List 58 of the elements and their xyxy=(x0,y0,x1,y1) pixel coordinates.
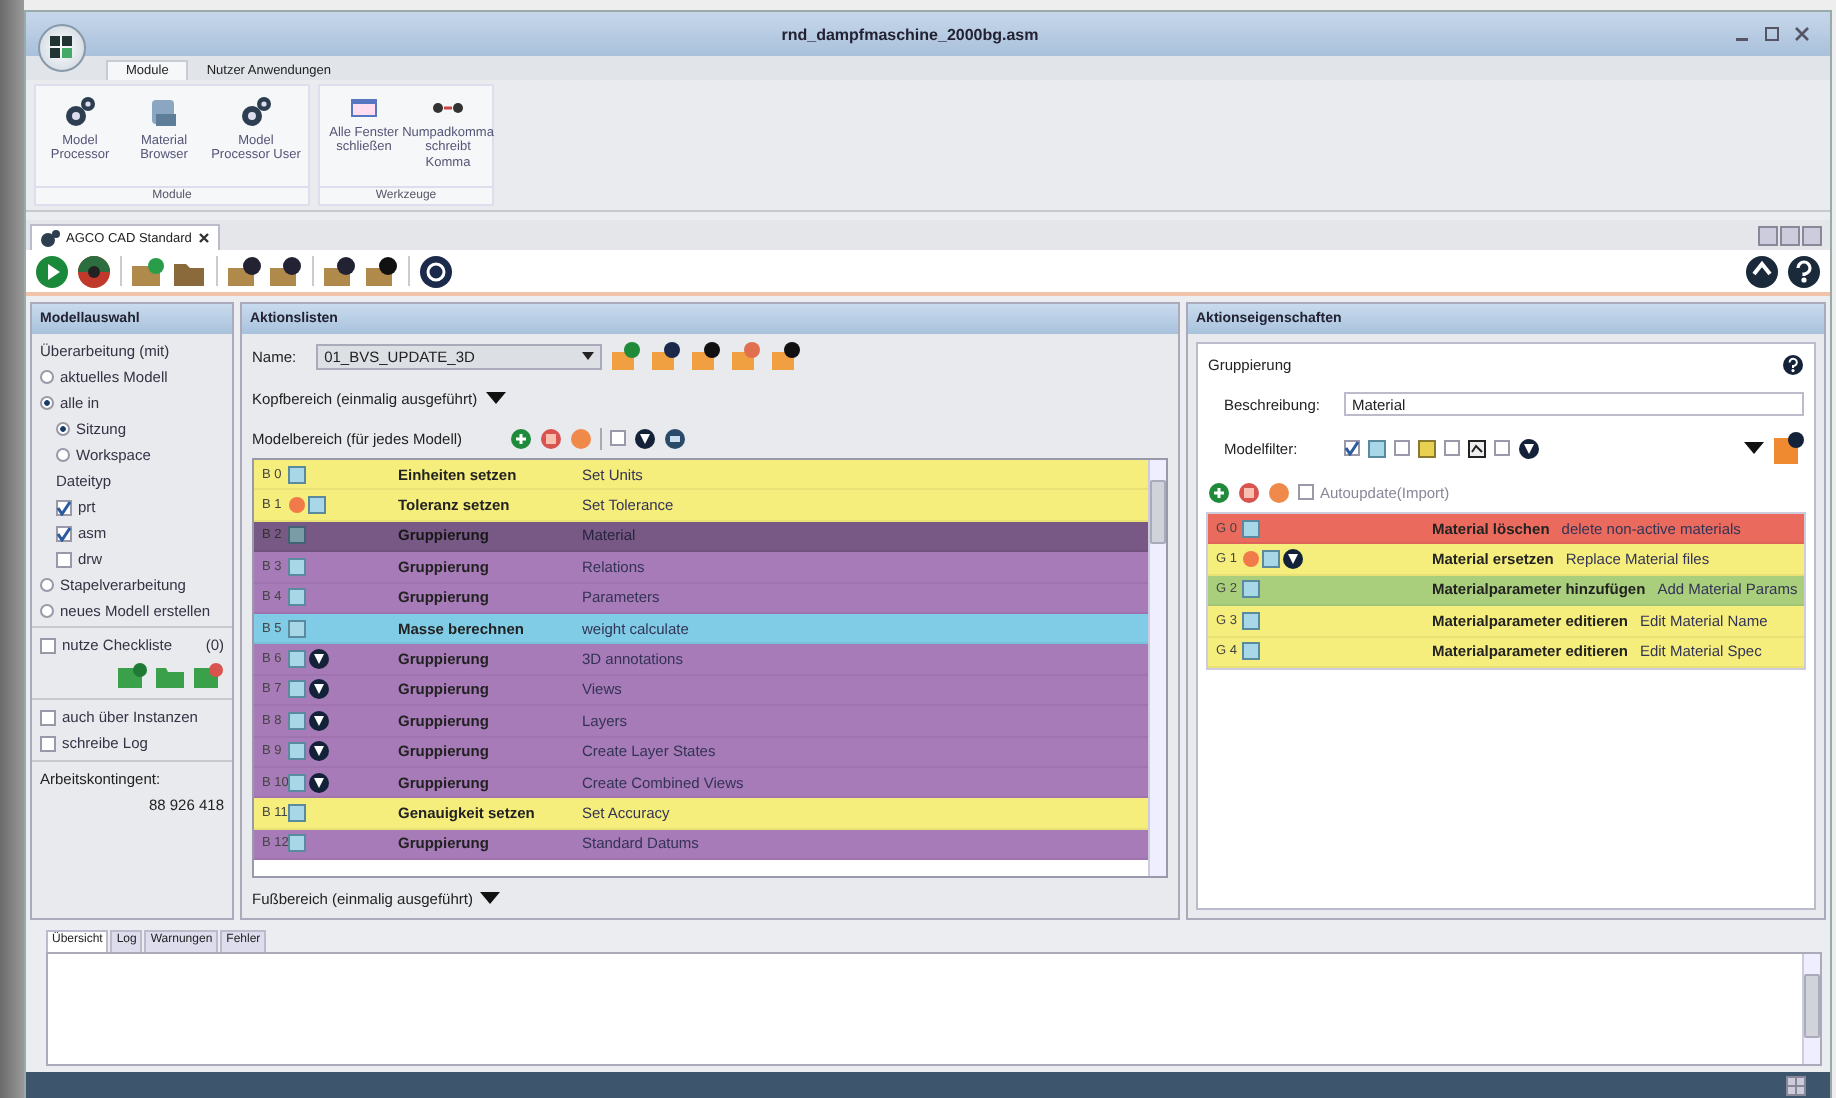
checkbox[interactable] xyxy=(56,551,72,567)
folder-search-icon[interactable] xyxy=(268,253,304,289)
checklist-add-icon[interactable] xyxy=(116,662,148,690)
folder-upload-icon[interactable] xyxy=(322,253,358,289)
folder-download-icon[interactable] xyxy=(226,253,262,289)
warning-icon[interactable] xyxy=(1268,481,1290,503)
dropdown-arrow-icon[interactable] xyxy=(1744,442,1764,454)
maximize-icon[interactable] xyxy=(1764,26,1780,42)
radio-button[interactable] xyxy=(40,396,54,410)
checkbox[interactable] xyxy=(40,709,56,725)
checkbox[interactable] xyxy=(56,499,72,515)
checkbox[interactable] xyxy=(1344,440,1360,456)
folder-icon[interactable] xyxy=(154,662,186,690)
folder-info-icon[interactable] xyxy=(364,253,400,289)
app-logo-icon xyxy=(46,32,78,64)
filter-icon xyxy=(1518,437,1540,459)
radio-button[interactable] xyxy=(56,448,70,462)
add-icon[interactable] xyxy=(1208,481,1230,503)
play-icon[interactable] xyxy=(34,253,70,289)
scrollbar[interactable] xyxy=(1148,460,1166,876)
window-title: rnd_dampfmaschine_2000bg.asm xyxy=(779,25,1041,43)
checkbox[interactable] xyxy=(1444,440,1460,456)
folder-add-icon[interactable] xyxy=(130,253,166,289)
checkbox[interactable] xyxy=(1494,440,1510,456)
cube-icon xyxy=(1368,439,1386,457)
window-icon xyxy=(348,96,380,120)
delete-icon[interactable] xyxy=(540,427,563,449)
back-icon[interactable] xyxy=(1744,253,1780,289)
dropdown-arrow-icon[interactable] xyxy=(485,392,506,404)
folder-info-icon[interactable] xyxy=(690,340,723,372)
drawing-icon xyxy=(1468,439,1486,457)
radio-button[interactable] xyxy=(40,370,54,384)
checkbox[interactable] xyxy=(40,637,56,653)
radio-button[interactable] xyxy=(56,422,70,436)
filter-icon[interactable] xyxy=(634,427,657,449)
checkbox[interactable] xyxy=(40,735,56,751)
list-icon[interactable] xyxy=(664,427,687,449)
checkbox[interactable] xyxy=(1394,440,1410,456)
radio-button[interactable] xyxy=(40,604,54,618)
sheet-icon xyxy=(1418,439,1436,457)
add-icon[interactable] xyxy=(510,427,533,449)
database-icon xyxy=(148,96,180,128)
caret-icon xyxy=(582,352,595,360)
delete-icon[interactable] xyxy=(1238,481,1260,503)
scrollbar[interactable] xyxy=(1802,954,1820,1064)
grid-icon xyxy=(1786,1076,1806,1096)
dropdown-arrow-icon[interactable] xyxy=(480,892,501,904)
target-icon[interactable] xyxy=(418,253,454,289)
close-icon[interactable] xyxy=(197,232,210,244)
checklist-delete-icon[interactable] xyxy=(192,662,224,690)
folder-info-icon[interactable] xyxy=(770,340,803,372)
folder-user-icon[interactable] xyxy=(650,340,683,372)
checkbox[interactable] xyxy=(56,525,72,541)
radio-button[interactable] xyxy=(40,578,54,592)
checkbox[interactable] xyxy=(610,430,627,446)
checkbox[interactable] xyxy=(1298,484,1314,500)
app-menu-button[interactable] xyxy=(38,24,86,72)
folder-add-icon[interactable] xyxy=(610,340,643,372)
